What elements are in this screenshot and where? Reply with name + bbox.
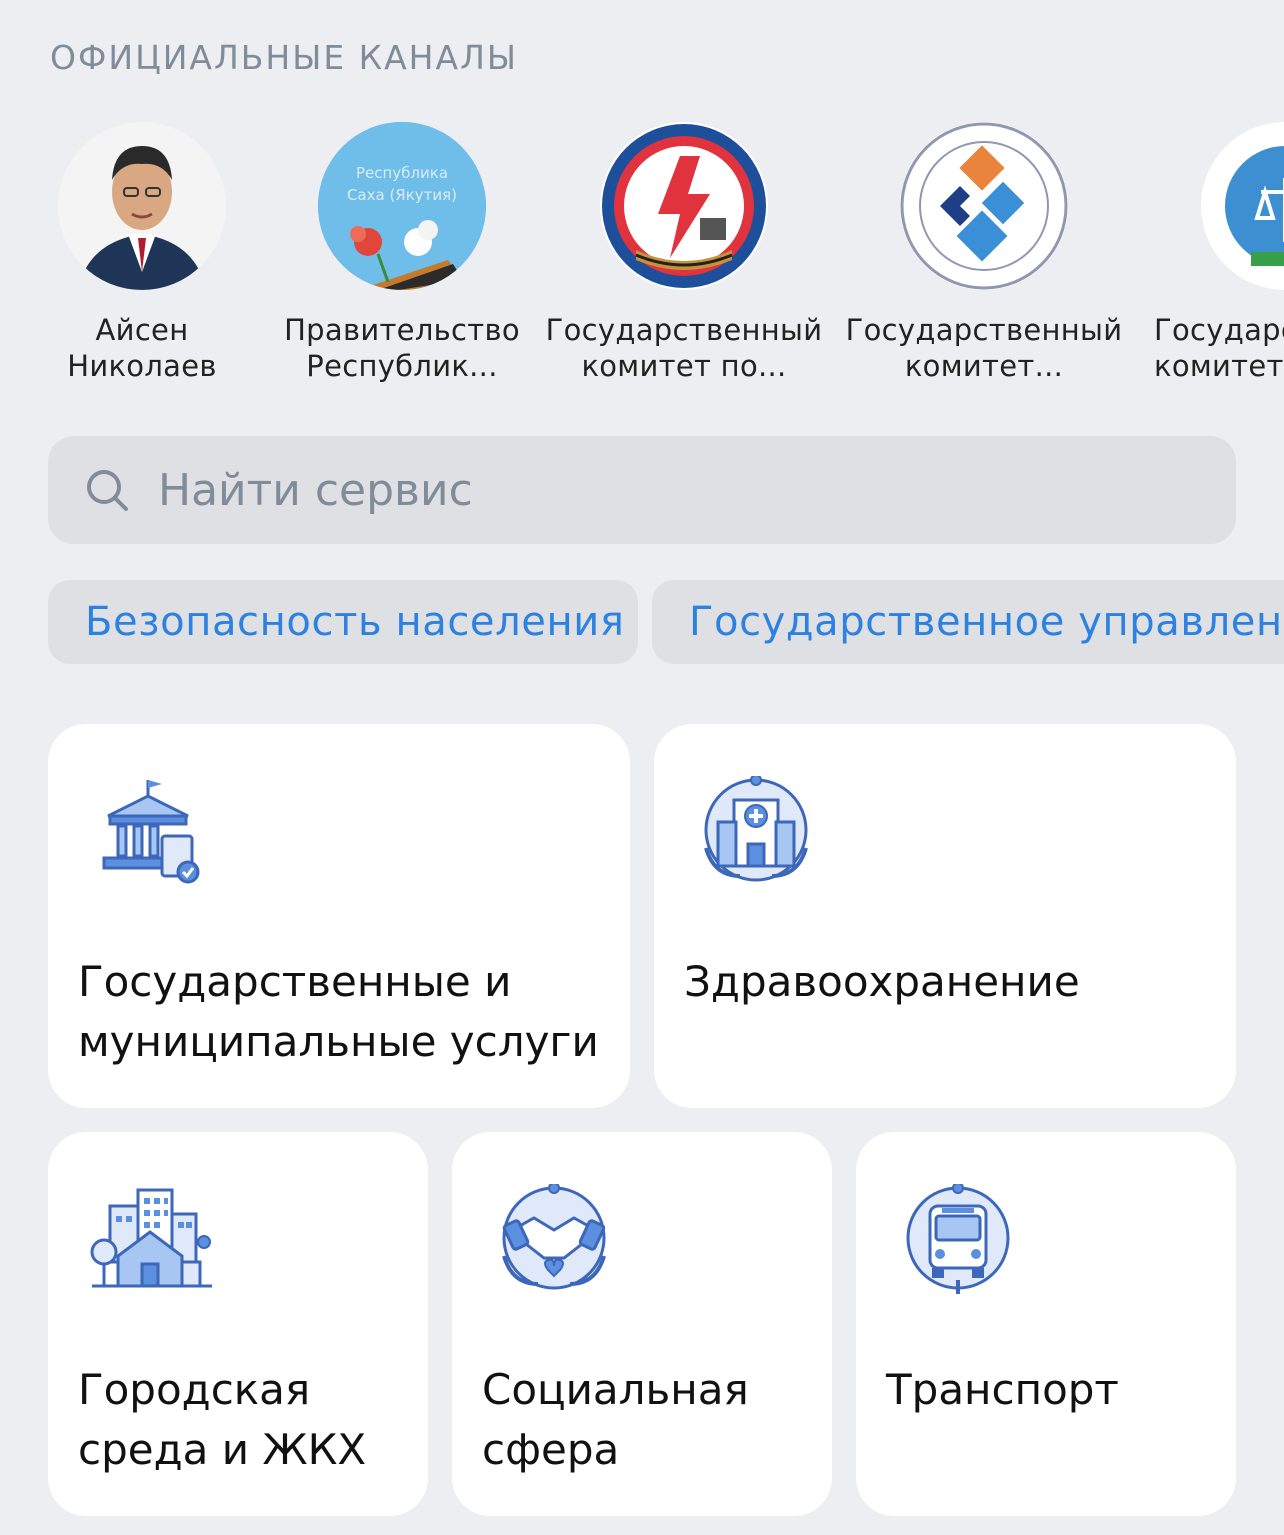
bus-icon [906, 1184, 1010, 1294]
channel-item-state-committee-3[interactable]: Государс комитет [1134, 122, 1284, 384]
card-state-services[interactable]: Государственные и муниципальные услуги [48, 724, 630, 1108]
avatar [58, 122, 226, 290]
government-building-icon [102, 780, 200, 884]
channel-item-government[interactable]: Республика Саха (Якутия) Правительство Р… [252, 122, 552, 384]
card-healthcare[interactable]: Здравоохранение [654, 724, 1236, 1108]
chip-public-administration[interactable]: Государственное управление [652, 580, 1284, 664]
card-label: Транспорт [886, 1365, 1119, 1414]
card-urban-environment[interactable]: Городская среда и ЖКХ [48, 1132, 428, 1516]
city-buildings-icon [90, 1188, 212, 1288]
search-icon [87, 470, 128, 511]
card-label: Городская среда и ЖКХ [78, 1365, 367, 1474]
channel-item-state-committee-2[interactable]: Государственный комитет... [834, 122, 1134, 384]
svg-text:Республика: Республика [356, 164, 448, 182]
republic-flowers-icon: Республика Саха (Якутия) [318, 122, 486, 290]
diamond-emblem-icon [900, 122, 1068, 290]
portrait-icon [58, 122, 226, 290]
official-channels-list: Айсен Николаев Республика Саха (Якутия) … [0, 122, 1284, 402]
search-field[interactable] [48, 436, 1236, 544]
hospital-icon [704, 776, 808, 882]
avatar [900, 122, 1068, 290]
channel-item-aysen-nikolaev[interactable]: Айсен Николаев [0, 122, 292, 384]
channel-name: Айсен Николаев [67, 313, 217, 383]
channel-name: Государственный комитет... [845, 313, 1123, 383]
handshake-icon [502, 1184, 606, 1290]
channel-name: Государственный комитет по... [545, 313, 823, 383]
search-input[interactable] [158, 464, 1058, 516]
channel-item-state-committee-1[interactable]: Государственный комитет по... [534, 122, 834, 384]
card-label: Здравоохранение [684, 957, 1080, 1006]
card-transport[interactable]: Транспорт [856, 1132, 1236, 1516]
card-label: Государственные и муниципальные услуги [78, 957, 599, 1066]
channel-name: Государс комитет [1154, 313, 1284, 383]
section-title: ОФИЦИАЛЬНЫЕ КАНАЛЫ [50, 38, 518, 77]
scales-emblem-icon [1203, 124, 1284, 288]
avatar [600, 122, 768, 290]
avatar [1201, 122, 1284, 290]
chip-public-safety[interactable]: Безопасность населения [48, 580, 638, 664]
svg-text:Саха (Якутия): Саха (Якутия) [347, 186, 457, 204]
red-emblem-icon [602, 124, 766, 288]
card-social-sphere[interactable]: Социальная сфера [452, 1132, 832, 1516]
channel-name: Правительство Республик... [284, 313, 520, 383]
category-chips: Безопасность населения Государственное у… [48, 580, 1284, 666]
avatar: Республика Саха (Якутия) [318, 122, 486, 290]
card-label: Социальная сфера [482, 1365, 749, 1474]
